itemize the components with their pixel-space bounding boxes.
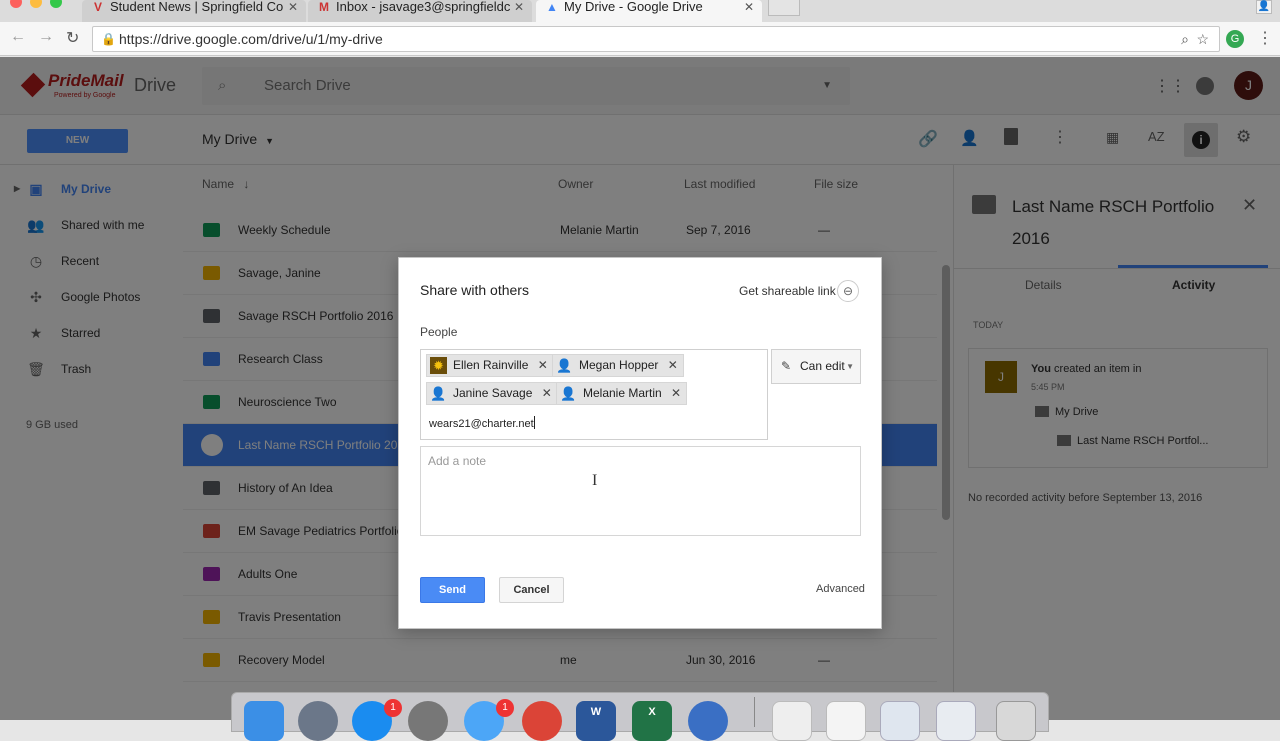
url-text: https://drive.google.com/drive/u/1/my-dr… [119,31,383,47]
address-bar[interactable]: 🔒 https://drive.google.com/drive/u/1/my-… [92,26,1220,52]
trash-icon[interactable] [996,701,1036,741]
document-icon[interactable] [826,701,866,741]
recipient-chip[interactable]: 👤 Melanie Martin ✕ [556,382,688,405]
recipient-chip[interactable]: 👤 Janine Savage ✕ [426,382,558,405]
close-tab-icon[interactable]: ✕ [288,0,298,14]
sunflower-avatar-icon: ✹ [430,357,447,374]
person-icon: 👤 [556,358,573,373]
close-tab-icon[interactable]: ✕ [744,0,754,14]
person-icon: 👤 [430,386,447,401]
remove-chip-icon[interactable]: ✕ [538,355,548,376]
tab-title: Inbox - jsavage3@springfieldc [336,0,511,14]
finder-icon[interactable] [244,701,284,741]
maximize-window-button[interactable] [50,0,62,8]
pencil-icon: ✎ [781,359,792,373]
permission-label: Can edit [800,359,845,373]
permission-dropdown[interactable]: ✎ Can edit ▼ [771,349,861,384]
minimize-window-button[interactable] [30,0,42,8]
share-dialog: Share with others Get shareable link ⊖ P… [398,257,882,629]
menu-dots-icon[interactable]: ⋮ [1257,28,1273,48]
send-button[interactable]: Send [420,577,485,603]
lock-icon: 🔒 [101,32,116,46]
word-icon[interactable]: W [576,701,616,741]
window-icon[interactable] [880,701,920,741]
email-entry-text[interactable]: wears21@charter.net [429,416,535,430]
dialog-title: Share with others [420,282,529,298]
tab-my-drive[interactable]: ▲ My Drive - Google Drive ✕ [536,0,762,22]
browser-tab-strip: V Student News | Springfield Co ✕ M Inbo… [0,0,1280,22]
gmail-icon: M [319,0,329,14]
system-preferences-icon[interactable] [408,701,448,741]
forward-icon[interactable]: → [38,28,54,46]
advanced-link[interactable]: Advanced [816,583,865,595]
new-tab-button[interactable] [768,0,800,16]
chip-label: Ellen Rainville [453,358,529,372]
close-window-button[interactable] [10,0,22,8]
recipient-chip[interactable]: ✹ Ellen Rainville ✕ [426,354,554,377]
remove-chip-icon[interactable]: ✕ [671,383,681,404]
remove-chip-icon[interactable]: ✕ [668,355,678,376]
tab-title: Student News | Springfield Co [110,0,284,14]
quicktime-icon[interactable] [688,701,728,741]
link-icon[interactable]: ⊖ [837,280,859,302]
people-input[interactable]: ✹ Ellen Rainville ✕ 👤 Megan Hopper ✕ 👤 J… [420,349,768,440]
person-icon: 👤 [560,386,577,401]
extension-icon[interactable]: G [1226,30,1244,48]
macos-dock: 1 1 W X [231,692,1049,741]
get-shareable-link[interactable]: Get shareable link [739,284,836,298]
typed-value: wears21@charter.net [429,418,534,430]
tab-student-news[interactable]: V Student News | Springfield Co ✕ [82,0,306,22]
reload-icon[interactable]: ↻ [66,28,79,48]
dock-divider [754,697,755,727]
v-icon: V [93,0,102,14]
tab-inbox[interactable]: M Inbox - jsavage3@springfieldc ✕ [308,0,532,22]
excel-icon[interactable]: X [632,701,672,741]
window-icon[interactable] [936,701,976,741]
tab-title: My Drive - Google Drive [564,0,703,14]
text-cursor-icon: I [592,472,598,489]
recipient-chip[interactable]: 👤 Megan Hopper ✕ [552,354,684,377]
people-label: People [420,325,458,339]
bookmark-star-icon[interactable]: ☆ [1196,27,1209,51]
chip-label: Megan Hopper [579,358,659,372]
notification-badge: 1 [496,699,514,717]
back-icon[interactable]: ← [10,28,26,46]
user-icon[interactable]: 👤 [1256,0,1272,14]
chip-label: Melanie Martin [583,386,662,400]
close-tab-icon[interactable]: ✕ [514,0,524,14]
note-textarea[interactable]: Add a note I [420,446,861,536]
app-store-icon[interactable]: 1 [352,699,402,741]
chrome-icon[interactable] [522,701,562,741]
chip-label: Janine Savage [453,386,533,400]
text-caret [533,416,535,429]
messages-icon[interactable]: 1 [464,699,514,741]
remove-chip-icon[interactable]: ✕ [542,383,552,404]
drive-icon: ▲ [546,0,558,14]
browser-toolbar: ← → ↻ 🔒 https://drive.google.com/drive/u… [0,22,1280,56]
launchpad-icon[interactable] [298,701,338,741]
document-icon[interactable] [772,701,812,741]
zoom-icon[interactable]: ⌕ [1181,27,1189,51]
notification-badge: 1 [384,699,402,717]
cancel-button[interactable]: Cancel [499,577,564,603]
chevron-down-icon: ▼ [846,362,854,371]
note-placeholder: Add a note [428,454,487,468]
